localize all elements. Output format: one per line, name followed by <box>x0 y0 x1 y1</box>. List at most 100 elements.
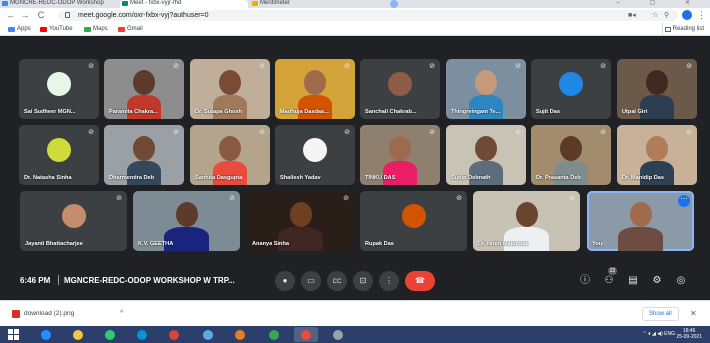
mic-button[interactable]: ● <box>275 271 295 291</box>
browser-tab-2[interactable]: Meet - fxbx-vyjr-fhd <box>120 0 248 8</box>
taskbar-app-ie[interactable] <box>34 327 58 342</box>
mic-off-icon: ⊘ <box>173 63 179 70</box>
address-bar[interactable]: meet.google.com/oxr-fxbx-vyj?authuser=0 … <box>58 10 678 21</box>
participant-tile[interactable]: ⊘ Sanchali Chakrab... <box>360 59 440 119</box>
activities-icon: ⚙ <box>652 275 662 286</box>
mic-icon: ● <box>282 276 288 285</box>
participant-tile[interactable]: ⊘ Sujit Das <box>531 59 611 119</box>
system-tray: ⌃ ♦ ◢ ◀) ENG 18:46 25-09-2021 <box>643 326 702 343</box>
chevron-up-icon[interactable]: ^ <box>120 307 123 321</box>
taskbar-app-other[interactable] <box>326 327 350 342</box>
mic-off-icon: ⊘ <box>569 195 575 202</box>
bookmark-apps[interactable]: Apps <box>8 23 31 36</box>
taskbar-app-chrome2[interactable] <box>262 327 286 342</box>
bookmark-gmail[interactable]: Gmail <box>118 23 143 36</box>
extension-icon[interactable]: ⚲ <box>664 10 669 21</box>
taskbar-app-explorer[interactable] <box>66 327 90 342</box>
close-icon[interactable]: ✕ <box>690 307 697 321</box>
camera-button[interactable]: ▭ <box>301 271 321 291</box>
participant-tile[interactable]: ⊘ Sudip Debnath <box>446 125 526 185</box>
mic-off-icon: ⊘ <box>344 129 350 136</box>
participant-video-body <box>640 95 674 119</box>
participant-tile[interactable]: ⊘ Madhuja Dasdas... <box>275 59 355 119</box>
window-controls[interactable]: – ▢ ✕ <box>617 0 704 7</box>
participant-name: Shailesh Yadav <box>280 175 321 181</box>
participant-tile[interactable]: ⊘ Dr. Prasanta Deb <box>531 125 611 185</box>
taskbar-app-firefox[interactable] <box>228 327 252 342</box>
tab-strip: MGNCRE-REDC-ODOP Workshop Meet - fxbx-vy… <box>0 0 710 8</box>
bookmark-youtube[interactable]: YouTube <box>40 23 73 36</box>
participant-tile[interactable]: ⊘ Paramita Chakra... <box>104 59 184 119</box>
windows-start-icon[interactable] <box>8 329 19 340</box>
tab-favicon <box>2 1 8 6</box>
participant-tile[interactable]: ⊘ Dharmendra Deb <box>104 125 184 185</box>
camera-permission-icon[interactable]: ■◂ <box>628 10 636 21</box>
host-controls-button[interactable]: ◎ <box>673 273 689 289</box>
participant-tile[interactable]: ⊘ Dr. Manidip Das <box>617 125 697 185</box>
browser-tab-3[interactable]: Mentimeter <box>250 0 380 8</box>
participant-tile[interactable]: ⊘ Dr. Sutapa Ghosh <box>190 59 270 119</box>
participant-name: Sanchali Chakrab... <box>365 109 417 115</box>
participant-tile[interactable]: ⊘ Dr. Niren Majumdar <box>473 191 580 251</box>
end-call-button[interactable]: ☎ <box>405 271 435 291</box>
camera-icon: ▭ <box>307 276 315 285</box>
profile-avatar[interactable] <box>682 10 692 20</box>
participant-tile[interactable]: ⋯ You <box>587 191 694 251</box>
reload-button[interactable]: C <box>36 10 46 21</box>
mic-off-icon: ⊘ <box>429 129 435 136</box>
files-icon <box>203 330 213 340</box>
taskbar-app-hp[interactable] <box>130 327 154 342</box>
meet-control-bar: 6:46 PM MGNCRE-REDC-ODOP WORKSHOP W TRP.… <box>0 263 710 299</box>
clock[interactable]: 18:46 25-09-2021 <box>676 328 702 340</box>
participant-tile[interactable]: ⊘ Shailesh Yadav <box>275 125 355 185</box>
meeting-info-button[interactable]: ⓘ <box>577 273 593 289</box>
participant-video-face <box>290 202 312 227</box>
participant-video-face <box>560 136 582 161</box>
mic-off-icon: ⊘ <box>686 63 692 70</box>
participant-tile[interactable]: ⊘ Sanhita Dasgupta <box>190 125 270 185</box>
participant-count-badge: 22 <box>608 267 617 275</box>
participant-name: Madhuja Dasdas... <box>280 109 329 115</box>
more-options-button[interactable]: ⋮ <box>379 271 399 291</box>
more-options-icon[interactable]: ⋯ <box>678 195 690 207</box>
taskbar-app-media[interactable] <box>98 327 122 342</box>
participant-video-face <box>219 70 241 95</box>
forward-button[interactable]: → <box>20 10 30 21</box>
people-button[interactable]: ⚇ 22 <box>601 267 617 289</box>
participant-video-face <box>176 202 198 227</box>
firefox-icon <box>235 330 245 340</box>
tray-icons[interactable]: ⌃ ♦ ◢ ◀) ENG <box>643 331 676 337</box>
present-icon: ⊡ <box>359 276 367 285</box>
back-button[interactable]: ← <box>6 10 16 21</box>
participant-name: Sujit Das <box>536 109 560 115</box>
captions-button[interactable]: CC <box>327 271 347 291</box>
participant-tile[interactable]: ⊘ K.V. GEETHA <box>133 191 240 251</box>
bookmark-star-icon[interactable]: ☆ <box>652 10 658 21</box>
new-tab-button[interactable] <box>390 0 398 8</box>
participant-tile[interactable]: ⊘ TINKU DAS <box>360 125 440 185</box>
show-all-button[interactable]: Show all <box>642 307 679 321</box>
participant-tile[interactable]: ⊘ Rupak Das <box>360 191 467 251</box>
taskbar-app-paint[interactable] <box>294 327 318 342</box>
participant-tile[interactable]: ⊘ Ananya Sinha <box>247 191 354 251</box>
activities-button[interactable]: ⚙ <box>649 273 665 289</box>
participant-tile[interactable]: ⊘ Thingreingam Te... <box>446 59 526 119</box>
browser-menu-icon[interactable]: ⋮ <box>697 9 706 21</box>
mic-off-icon: ⊘ <box>344 63 350 70</box>
chat-button[interactable]: ▤ <box>625 273 641 289</box>
participant-tile[interactable]: ⊘ Sai Sudheer MGN... <box>19 59 99 119</box>
download-item[interactable]: download (2).png <box>8 307 74 321</box>
participant-video-face <box>516 202 538 227</box>
taskbar-app-files[interactable] <box>196 327 220 342</box>
participant-tile[interactable]: ⊘ Jayanti Bhattacharjee <box>20 191 127 251</box>
mic-off-icon: ⊘ <box>515 63 521 70</box>
mic-off-icon: ⊘ <box>173 129 179 136</box>
participant-avatar <box>401 204 426 229</box>
reading-list-button[interactable]: Reading list <box>661 23 704 36</box>
participant-tile[interactable]: ⊘ Dr. Natasha Sinha <box>19 125 99 185</box>
participant-tile[interactable]: ⊘ Utpal Giri <box>617 59 697 119</box>
bookmark-maps[interactable]: Maps <box>84 23 108 36</box>
present-button[interactable]: ⊡ <box>353 271 373 291</box>
taskbar-app-chrome[interactable] <box>162 327 186 342</box>
browser-tab-1[interactable]: MGNCRE-REDC-ODOP Workshop <box>0 0 120 8</box>
